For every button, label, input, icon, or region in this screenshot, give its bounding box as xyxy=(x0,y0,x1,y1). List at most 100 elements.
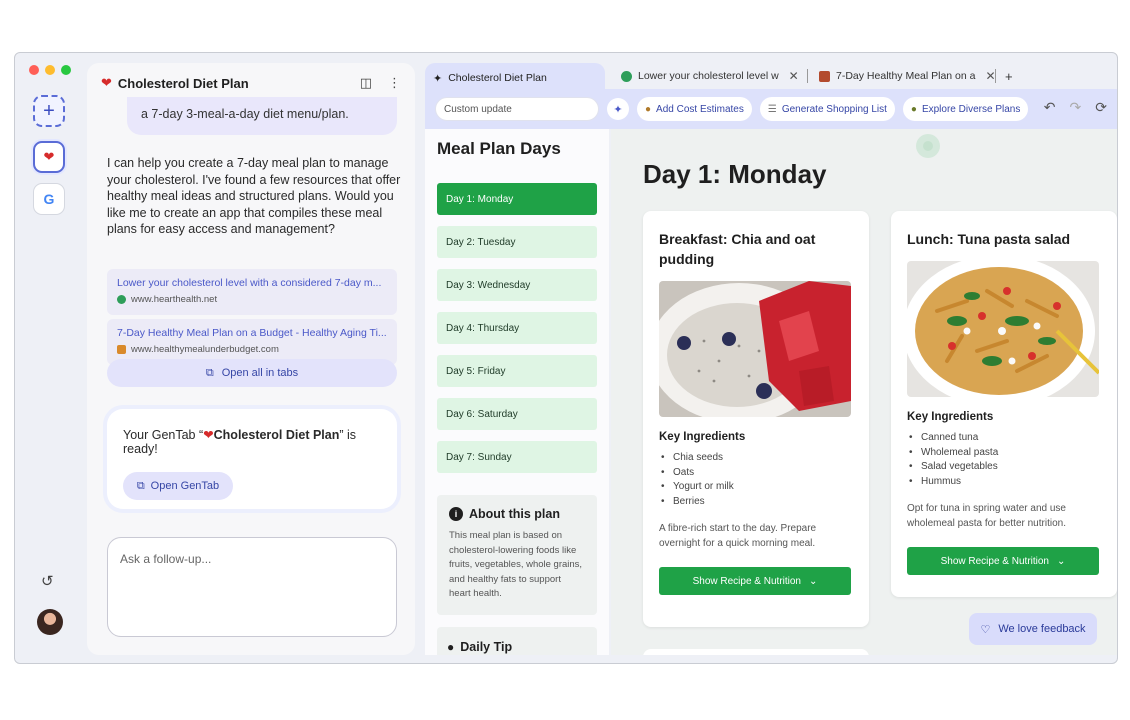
open-all-label: Open all in tabs xyxy=(221,367,299,379)
magic-wand-icon[interactable]: ✦ xyxy=(607,98,629,120)
key-ingredients-label: Key Ingredients xyxy=(659,431,746,443)
ingredient-item: Salad vegetables xyxy=(907,460,1101,475)
chevron-down-icon: ⌄ xyxy=(1057,555,1066,567)
open-all-in-tabs-button[interactable]: ⧉ Open all in tabs xyxy=(107,359,397,387)
favicon-icon xyxy=(117,345,126,354)
ingredient-item: Yogurt or milk xyxy=(659,480,853,495)
chat-cholesterol-button[interactable]: ❤ xyxy=(33,141,65,173)
plus-icon: + xyxy=(43,99,55,122)
show-recipe-button[interactable]: Show Recipe & Nutrition ⌄ xyxy=(907,547,1099,575)
day-title: Day 1: Monday xyxy=(643,159,827,189)
meal-title: Lunch: Tuna pasta salad xyxy=(907,231,1071,247)
maximize-window-button[interactable] xyxy=(61,65,71,75)
meal-card-lunch: Lunch: Tuna pasta salad Key Ingredients … xyxy=(891,211,1117,597)
cart-icon: ☰ xyxy=(767,103,777,115)
meal-description: Opt for tuna in spring water and use who… xyxy=(907,503,1066,529)
money-bag-icon: ● xyxy=(645,103,652,115)
more-options-icon[interactable]: ⋮ xyxy=(388,75,401,91)
gentab-ready-text: Your GenTab “❤Cholesterol Diet Plan” is … xyxy=(123,428,357,456)
google-icon: G xyxy=(43,191,55,207)
favicon-icon xyxy=(117,295,126,304)
user-message: a 7-day 3-meal-a-day diet menu/plan. xyxy=(127,97,397,135)
key-ingredients-label: Key Ingredients xyxy=(907,411,994,423)
meal-description: A fibre-rich start to the day. Prepare o… xyxy=(659,523,817,549)
chat-panel: ❤ Cholesterol Diet Plan ◫ ⋮ a 7-day 3-me… xyxy=(87,63,415,655)
meal-title: Breakfast: Chia and oat pudding xyxy=(659,231,816,267)
heart-icon: ❤ xyxy=(43,149,55,164)
ingredient-item: Canned tuna xyxy=(907,431,1101,446)
window-controls xyxy=(29,65,71,75)
source-card[interactable]: Lower your cholesterol level with a cons… xyxy=(107,269,397,315)
followup-input[interactable]: Ask a follow-up... xyxy=(107,537,397,637)
tab-bar: ✦ Cholesterol Diet Plan Lower your chole… xyxy=(425,61,1117,93)
refresh-icon[interactable]: ⟳ xyxy=(1095,99,1107,116)
sparkle-icon: ✦ xyxy=(433,72,443,85)
close-tab-icon[interactable]: ✕ xyxy=(789,69,799,83)
ingredient-item: Wholemeal pasta xyxy=(907,446,1101,461)
ingredient-item: Chia seeds xyxy=(659,451,853,466)
followup-placeholder: Ask a follow-up... xyxy=(120,552,212,566)
meal-plan-sidebar: Meal Plan Days Day 1: Monday Day 2: Tues… xyxy=(425,129,609,655)
info-icon: i xyxy=(449,507,463,521)
gentab-toolbar: Custom update ✦ ● Add Cost Estimates ☰ G… xyxy=(425,89,1117,129)
source-url: www.hearthealth.net xyxy=(131,294,218,305)
history-icon[interactable]: ↺ xyxy=(41,572,54,590)
redo-icon[interactable]: ↷ xyxy=(1070,99,1082,116)
add-to-tab-icon[interactable]: ◫ xyxy=(360,75,372,91)
day-item-saturday[interactable]: Day 6: Saturday xyxy=(437,398,597,430)
custom-update-input[interactable]: Custom update xyxy=(435,97,599,121)
feedback-button[interactable]: ♡ We love feedback xyxy=(969,613,1097,645)
explore-diverse-plans-button[interactable]: ● Explore Diverse Plans xyxy=(902,97,1029,121)
ingredient-list: Chia seeds Oats Yogurt or milk Berries xyxy=(659,451,853,509)
about-title: About this plan xyxy=(469,507,560,521)
heart-icon: ❤ xyxy=(101,75,112,90)
chevron-down-icon: ⌄ xyxy=(809,575,818,587)
globe-icon: ● xyxy=(910,103,917,115)
generate-shopping-list-button[interactable]: ☰ Generate Shopping List xyxy=(759,97,895,121)
tab-label: 7-Day Healthy Meal Plan on a xyxy=(836,70,976,82)
new-chat-button[interactable]: + xyxy=(33,95,65,127)
sidebar-title: Meal Plan Days xyxy=(437,139,561,158)
daily-tip-card: ● Daily Tip xyxy=(437,627,597,655)
ingredient-item: Berries xyxy=(659,495,853,510)
day-item-wednesday[interactable]: Day 3: Wednesday xyxy=(437,269,597,301)
minimize-window-button[interactable] xyxy=(45,65,55,75)
tip-title: Daily Tip xyxy=(460,640,513,654)
chat-title: Cholesterol Diet Plan xyxy=(117,75,249,91)
chia-pudding-image xyxy=(659,281,851,417)
close-window-button[interactable] xyxy=(29,65,39,75)
new-tab-button[interactable]: + xyxy=(1005,65,1013,87)
tuna-pasta-image xyxy=(907,261,1099,397)
open-external-icon: ⧉ xyxy=(205,366,214,379)
ingredient-item: Hummus xyxy=(907,475,1101,490)
open-gentab-label: Open GenTab xyxy=(150,480,220,492)
heart-icon: ❤ xyxy=(203,428,214,442)
open-gentab-button[interactable]: ⧉ Open GenTab xyxy=(123,472,233,500)
source-title: 7-Day Healthy Meal Plan on a Budget - He… xyxy=(117,327,387,339)
google-button[interactable]: G xyxy=(33,183,65,215)
tab-label: Lower your cholesterol level w xyxy=(638,70,779,82)
ingredient-item: Oats xyxy=(659,466,853,481)
source-url: www.healthymealunderbudget.com xyxy=(131,344,279,355)
plus-icon: + xyxy=(1005,68,1013,84)
day-item-monday[interactable]: Day 1: Monday xyxy=(437,183,597,215)
day-item-tuesday[interactable]: Day 2: Tuesday xyxy=(437,226,597,258)
add-cost-estimates-button[interactable]: ● Add Cost Estimates xyxy=(637,97,752,121)
day-item-sunday[interactable]: Day 7: Sunday xyxy=(437,441,597,473)
ingredient-list: Canned tuna Wholemeal pasta Salad vegeta… xyxy=(907,431,1101,489)
day-item-friday[interactable]: Day 5: Friday xyxy=(437,355,597,387)
tab-label: Cholesterol Diet Plan xyxy=(448,72,547,84)
browser-window: + ❤ G ↺ ❤ Cholesterol Diet Plan ◫ ⋮ a 7-… xyxy=(14,52,1118,664)
favicon-icon xyxy=(621,70,632,82)
tab-lower-cholesterol[interactable]: Lower your cholesterol level w ✕ xyxy=(621,65,799,87)
avatar[interactable] xyxy=(37,609,63,635)
show-recipe-button[interactable]: Show Recipe & Nutrition ⌄ xyxy=(659,567,851,595)
meal-card-breakfast: Breakfast: Chia and oat pudding Key Ingr… xyxy=(643,211,869,627)
tab-7-day-meal-plan[interactable]: 7-Day Healthy Meal Plan on a ✕ xyxy=(819,65,996,87)
gentab-ready-card: Your GenTab “❤Cholesterol Diet Plan” is … xyxy=(107,409,397,509)
undo-icon[interactable]: ↶ xyxy=(1044,99,1056,116)
favicon-icon xyxy=(819,70,830,82)
day-item-thursday[interactable]: Day 4: Thursday xyxy=(437,312,597,344)
about-plan-card: i About this plan This meal plan is base… xyxy=(437,495,597,615)
heart-chat-icon: ♡ xyxy=(980,623,991,636)
